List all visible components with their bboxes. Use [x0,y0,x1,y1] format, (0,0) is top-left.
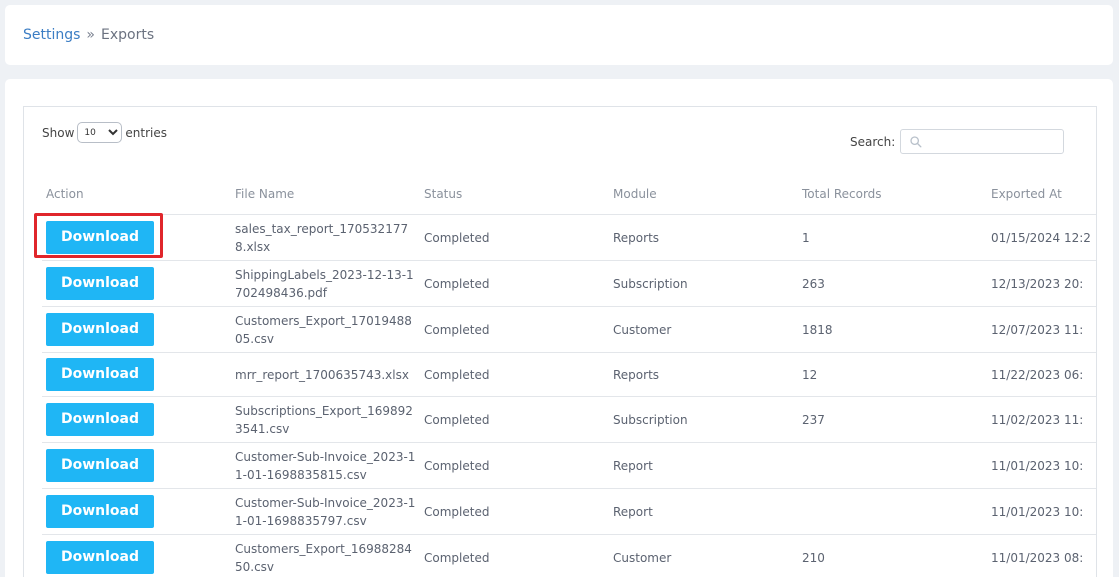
search-box[interactable] [900,129,1065,154]
breadcrumb-settings-link[interactable]: Settings [23,27,80,43]
entries-label: entries [125,125,167,140]
exported-at-cell: 11/01/2023 10: [987,442,1096,489]
exported-at-cell: 11/01/2023 10: [987,488,1096,535]
action-cell: Download [42,488,231,535]
status-cell: Completed [420,534,609,577]
module-cell: Customer [609,306,798,353]
table-row: Download mrr_report_1700635743.xlsx Comp… [42,352,1096,397]
search-input[interactable] [927,132,1062,153]
table-row: Download Customer-Sub-Invoice_2023-11-01… [42,488,1096,535]
status-cell: Completed [420,442,609,489]
download-button[interactable]: Download [46,403,154,436]
file-name-cell: sales_tax_report_1705321778.xlsx [231,214,420,261]
exports-card: Show 10 entries Search: Action File Name… [5,79,1113,577]
table-row: Download Customer-Sub-Invoice_2023-11-01… [42,442,1096,489]
total-records-cell: 237 [798,396,987,443]
status-cell: Completed [420,396,609,443]
total-records-cell: 210 [798,534,987,577]
table-header-row: Action File Name Status Module Total Rec… [42,173,1096,215]
action-cell: Download [42,396,231,443]
exported-at-cell: 11/02/2023 11: [987,396,1096,443]
exports-table: Action File Name Status Module Total Rec… [42,173,1096,577]
total-records-cell: 263 [798,260,987,307]
column-header-file-name[interactable]: File Name [231,173,420,215]
exported-at-cell: 12/13/2023 20: [987,260,1096,307]
file-name-cell: ShippingLabels_2023-12-13-1702498436.pdf [231,260,420,307]
search-label: Search: [850,134,896,149]
action-cell: Download [42,442,231,489]
table-row: Download ShippingLabels_2023-12-13-17024… [42,260,1096,307]
search-control: Search: [850,129,1065,154]
download-button[interactable]: Download [46,267,154,300]
file-name-cell: Subscriptions_Export_1698923541.csv [231,396,420,443]
file-name-cell: Customer-Sub-Invoice_2023-11-01-16988358… [231,442,420,489]
breadcrumb-current: Exports [101,27,155,43]
download-button[interactable]: Download [46,495,154,528]
total-records-cell [798,442,987,489]
exported-at-cell: 12/07/2023 11: [987,306,1096,353]
module-cell: Reports [609,352,798,397]
table-row: Download Subscriptions_Export_1698923541… [42,396,1096,443]
total-records-cell: 1818 [798,306,987,353]
total-records-cell: 12 [798,352,987,397]
column-header-exported-at[interactable]: Exported At [987,173,1096,215]
status-cell: Completed [420,214,609,261]
download-button[interactable]: Download [46,541,154,574]
download-button[interactable]: Download [46,449,154,482]
module-cell: Report [609,488,798,535]
status-cell: Completed [420,306,609,353]
breadcrumb: Settings » Exports [23,27,154,43]
status-cell: Completed [420,352,609,397]
table-row: Download Customers_Export_1698828450.csv… [42,534,1096,577]
search-icon [910,136,922,148]
download-button[interactable]: Download [46,358,154,391]
file-name-cell: Customers_Export_1701948805.csv [231,306,420,353]
download-button[interactable]: Download [46,313,154,346]
show-label: Show [42,125,75,140]
module-cell: Subscription [609,396,798,443]
action-cell: Download [42,534,231,577]
column-header-action[interactable]: Action [42,173,231,215]
action-cell: Download [42,352,231,397]
module-cell: Report [609,442,798,489]
status-cell: Completed [420,260,609,307]
file-name-cell: Customers_Export_1698828450.csv [231,534,420,577]
table-row: Download sales_tax_report_1705321778.xls… [42,214,1096,261]
total-records-cell: 1 [798,214,987,261]
action-cell: Download [42,306,231,353]
download-button[interactable]: Download [46,221,154,254]
module-cell: Subscription [609,260,798,307]
file-name-cell: Customer-Sub-Invoice_2023-11-01-16988357… [231,488,420,535]
column-header-module[interactable]: Module [609,173,798,215]
breadcrumb-separator: » [86,27,95,43]
page-length-control: Show 10 entries [42,122,167,143]
exported-at-cell: 01/15/2024 12:2 [987,214,1096,261]
status-cell: Completed [420,488,609,535]
exports-table-panel: Show 10 entries Search: Action File Name… [23,106,1097,577]
module-cell: Customer [609,534,798,577]
column-header-status[interactable]: Status [420,173,609,215]
column-header-total-records[interactable]: Total Records [798,173,987,215]
exported-at-cell: 11/01/2023 08: [987,534,1096,577]
action-cell: Download [42,260,231,307]
exported-at-cell: 11/22/2023 06: [987,352,1096,397]
total-records-cell [798,488,987,535]
page-length-select[interactable]: 10 [77,122,123,143]
file-name-cell: mrr_report_1700635743.xlsx [231,352,420,397]
table-row: Download Customers_Export_1701948805.csv… [42,306,1096,353]
breadcrumb-card: Settings » Exports [5,5,1113,65]
module-cell: Reports [609,214,798,261]
action-cell: Download [42,214,231,261]
